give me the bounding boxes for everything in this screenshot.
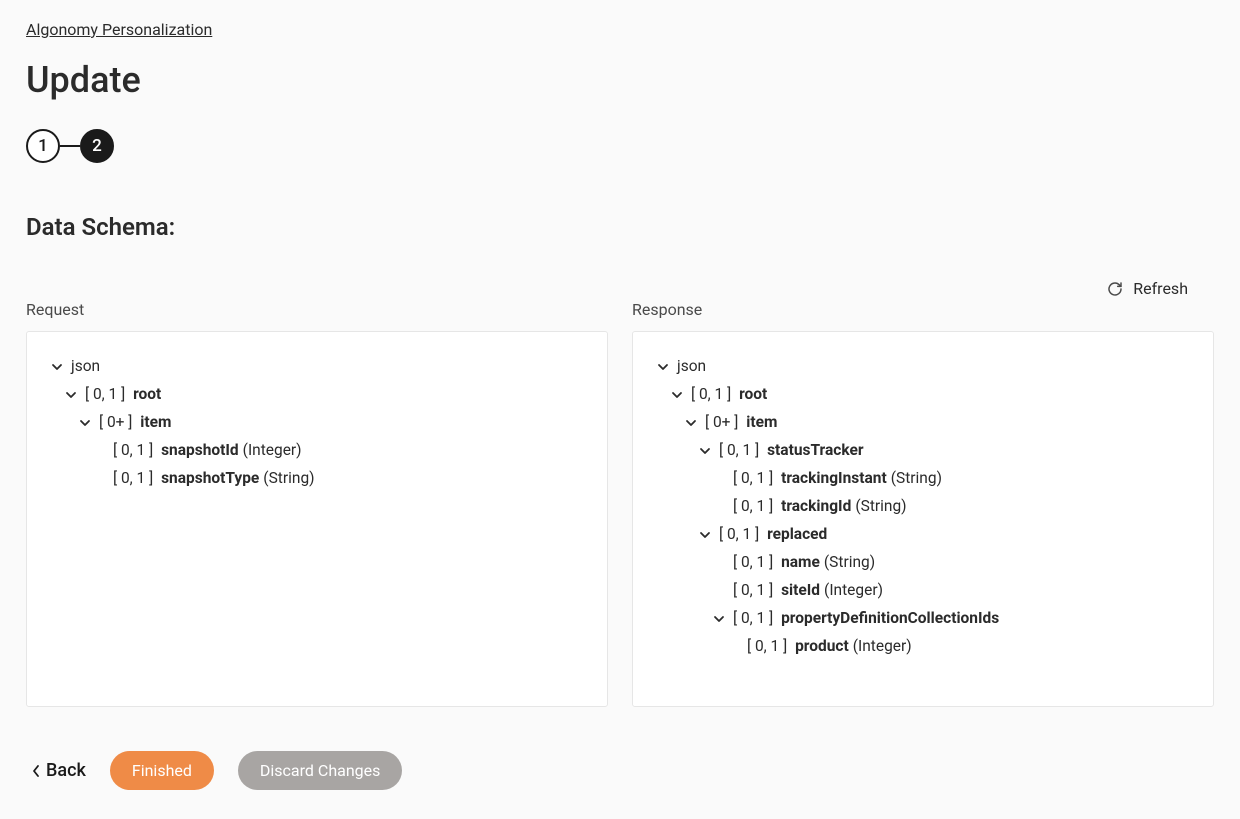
finished-button[interactable]: Finished (110, 751, 214, 790)
node-type: (String) (855, 497, 906, 515)
tree-node[interactable]: [ 0, 1 ] replaced (655, 520, 1191, 548)
node-name: json (677, 357, 706, 375)
node-cardinality: [ 0, 1 ] (113, 469, 157, 487)
tree-node: [ 0, 1 ] name(String) (655, 548, 1191, 576)
tree-node[interactable]: [ 0+ ] item (49, 408, 585, 436)
node-type: (Integer) (853, 637, 912, 655)
node-type: (Integer) (824, 581, 883, 599)
node-name: siteId (781, 581, 820, 599)
node-cardinality: [ 0, 1 ] (733, 553, 777, 571)
node-name: item (140, 413, 171, 431)
tree-node: [ 0, 1 ] product(Integer) (655, 632, 1191, 660)
request-schema-panel: json[ 0, 1 ] root[ 0+ ] item[ 0, 1 ] sna… (26, 331, 608, 707)
tree-node[interactable]: json (49, 352, 585, 380)
tree-node: [ 0, 1 ] snapshotId(Integer) (49, 436, 585, 464)
node-name: snapshotType (161, 469, 259, 487)
node-cardinality: [ 0, 1 ] (85, 385, 129, 403)
tree-node: [ 0, 1 ] siteId(Integer) (655, 576, 1191, 604)
node-cardinality: [ 0+ ] (705, 413, 742, 431)
node-name: root (133, 385, 161, 403)
tree-node: [ 0, 1 ] snapshotType(String) (49, 464, 585, 492)
node-cardinality: [ 0, 1 ] (733, 497, 777, 515)
response-schema-panel: json[ 0, 1 ] root[ 0+ ] item[ 0, 1 ] sta… (632, 331, 1214, 707)
node-name: trackingInstant (781, 469, 887, 487)
tree-node: [ 0, 1 ] trackingInstant(String) (655, 464, 1191, 492)
node-name: product (795, 637, 849, 655)
node-type: (String) (824, 553, 875, 571)
chevron-down-icon[interactable] (711, 613, 727, 625)
node-type: (Integer) (243, 441, 302, 459)
response-label: Response (632, 300, 1214, 319)
node-name: json (71, 357, 100, 375)
chevron-down-icon[interactable] (697, 529, 713, 541)
tree-node[interactable]: [ 0+ ] item (655, 408, 1191, 436)
chevron-down-icon[interactable] (683, 417, 699, 429)
chevron-down-icon[interactable] (669, 389, 685, 401)
node-name: root (739, 385, 767, 403)
node-name: snapshotId (161, 441, 239, 459)
back-label: Back (46, 760, 86, 781)
node-name: statusTracker (767, 441, 863, 459)
page-title: Update (26, 59, 1214, 101)
node-name: name (781, 553, 820, 571)
node-cardinality: [ 0, 1 ] (733, 609, 777, 627)
breadcrumb-link[interactable]: Algonomy Personalization (26, 20, 212, 39)
section-title: Data Schema: (26, 213, 1214, 241)
node-cardinality: [ 0, 1 ] (691, 385, 735, 403)
tree-node[interactable]: [ 0, 1 ] propertyDefinitionCollectionIds (655, 604, 1191, 632)
step-1[interactable]: 1 (26, 129, 60, 163)
tree-node: [ 0, 1 ] trackingId(String) (655, 492, 1191, 520)
chevron-left-icon (32, 764, 40, 778)
step-connector (60, 145, 80, 147)
node-name: propertyDefinitionCollectionIds (781, 609, 999, 627)
back-button[interactable]: Back (32, 760, 86, 781)
node-cardinality: [ 0, 1 ] (747, 637, 791, 655)
node-type: (String) (263, 469, 314, 487)
tree-node[interactable]: [ 0, 1 ] statusTracker (655, 436, 1191, 464)
refresh-icon (1107, 281, 1123, 297)
node-cardinality: [ 0, 1 ] (733, 581, 777, 599)
tree-node[interactable]: [ 0, 1 ] root (655, 380, 1191, 408)
refresh-label: Refresh (1133, 279, 1188, 298)
node-name: replaced (767, 525, 827, 543)
node-cardinality: [ 0, 1 ] (719, 525, 763, 543)
node-cardinality: [ 0+ ] (99, 413, 136, 431)
refresh-button[interactable]: Refresh (1107, 279, 1188, 298)
node-cardinality: [ 0, 1 ] (113, 441, 157, 459)
step-2[interactable]: 2 (80, 129, 114, 163)
chevron-down-icon[interactable] (77, 417, 93, 429)
discard-changes-button[interactable]: Discard Changes (238, 751, 402, 790)
tree-node[interactable]: [ 0, 1 ] root (49, 380, 585, 408)
node-type: (String) (891, 469, 942, 487)
node-cardinality: [ 0, 1 ] (733, 469, 777, 487)
request-label: Request (26, 300, 608, 319)
node-name: trackingId (781, 497, 851, 515)
tree-node[interactable]: json (655, 352, 1191, 380)
node-cardinality: [ 0, 1 ] (719, 441, 763, 459)
chevron-down-icon[interactable] (49, 361, 65, 373)
stepper: 1 2 (26, 129, 1214, 163)
chevron-down-icon[interactable] (697, 445, 713, 457)
chevron-down-icon[interactable] (655, 361, 671, 373)
chevron-down-icon[interactable] (63, 389, 79, 401)
node-name: item (746, 413, 777, 431)
